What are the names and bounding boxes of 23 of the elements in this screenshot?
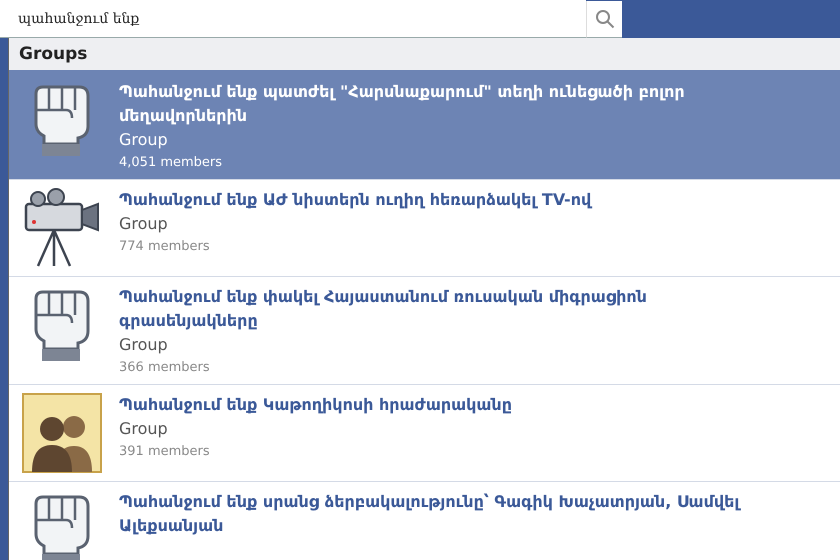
search-field[interactable]: պահանջում ենք [0,0,586,38]
group-type: Group [119,334,168,356]
group-type: Group [119,129,168,151]
group-type: Group [119,418,168,440]
group-title: Պահանջում ենք Կաթողիկոսի հրաժարականը [119,394,512,416]
member-count: 366 members [119,359,210,377]
group-title: Պահանջում ենք ԱԺ նիստերն ուղիղ հեռարձակել TV-ով [119,189,592,211]
group-title: Պահանջում ենք սրանց ձերբակալությունը՝ Գագիկ Խաչատրյան, Սամվել Ալեքսանյան [119,491,742,537]
member-count: 391 members [119,443,210,461]
people-icon [19,393,105,473]
section-header: Groups [9,38,840,72]
search-result[interactable]: Պահանջում ենք սրանց ձերբակալությունը՝ Գագիկ Խաչատրյան, Սամվել Ալեքսանյան [9,482,840,560]
group-type: Group [119,213,168,235]
search-result[interactable]: Պահանջում ենք Կաթողիկոսի հրաժարականը Group 391 members [9,385,840,482]
search-button[interactable] [586,0,622,38]
search-result[interactable]: Պահանջում ենք ԱԺ նիստերն ուղիղ հեռարձակել TV-ով Group 774 members [9,180,840,277]
search-result[interactable]: Պահանջում ենք փակել Հայաստանում ռուսական միգրացիոն գրասենյակները Group 366 members [9,277,840,385]
member-count: 774 members [119,238,210,256]
group-title: Պահանջում ենք փակել Հայաստանում ռուսական միգրացիոն գրասենյակները [119,286,648,332]
search-result[interactable]: Պահանջում ենք պատժել "Հարսնաքարում" տեղի ունեցածի բոլոր մեղավորներին Group 4,051 members [9,72,840,180]
search-icon [594,8,614,28]
group-title: Պահանջում ենք պատժել "Հարսնաքարում" տեղի ունեցածի բոլոր մեղավորներին [119,81,686,127]
member-count: 4,051 members [119,154,222,172]
